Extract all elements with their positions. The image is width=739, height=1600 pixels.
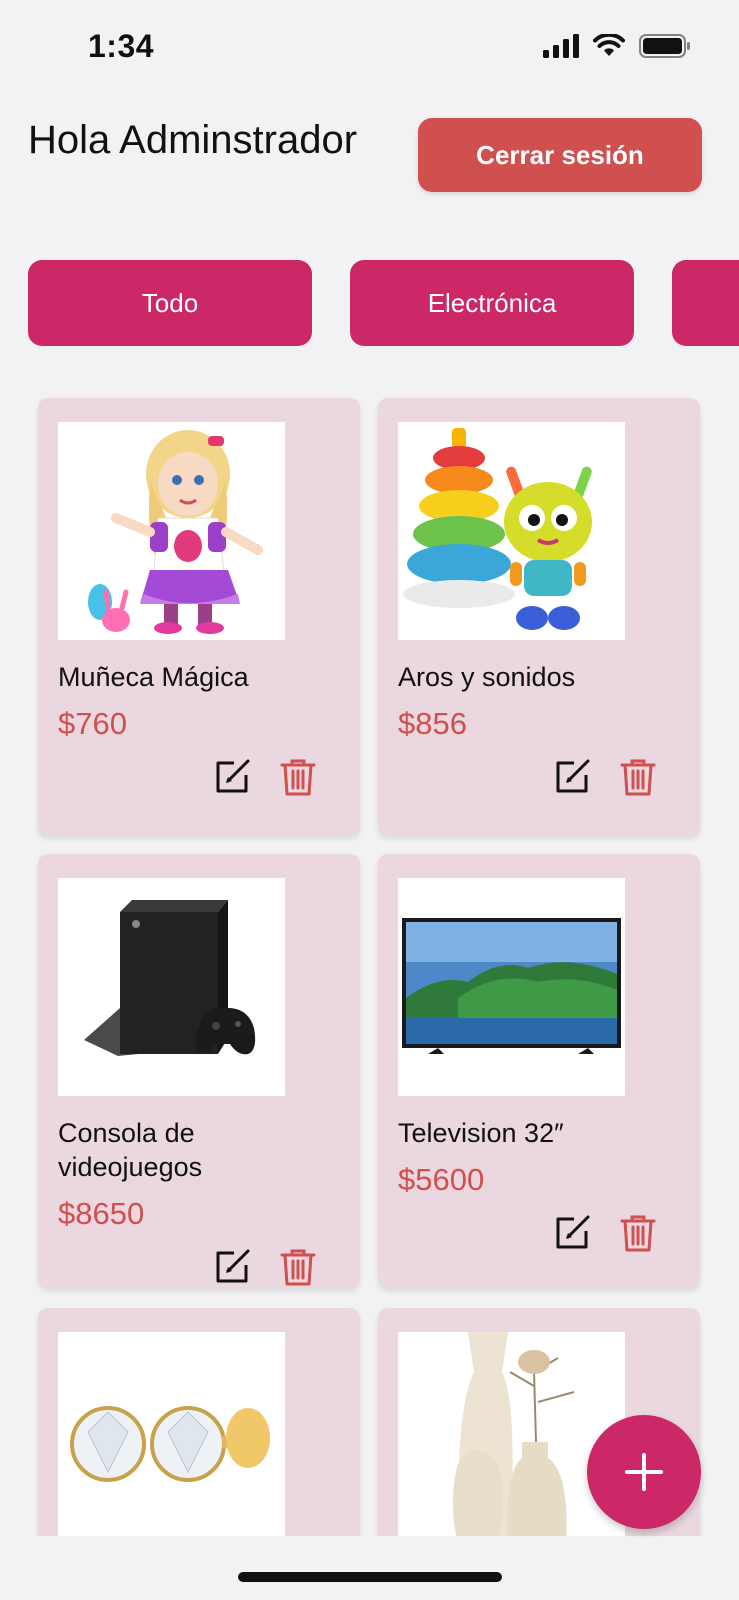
product-actions: [552, 1212, 658, 1254]
plus-icon: [625, 1453, 663, 1491]
product-image-doll: [58, 422, 285, 640]
product-image-television: [398, 878, 625, 1096]
greeting-title: Hola Adminstrador: [28, 118, 358, 162]
delete-button[interactable]: [278, 756, 318, 798]
product-price: $5600: [398, 1162, 485, 1197]
product-card[interactable]: Aros y sonidos $856: [378, 398, 700, 836]
battery-icon: [639, 34, 690, 58]
status-icons: [543, 34, 691, 58]
status-time: 1:34: [88, 28, 155, 64]
delete-button[interactable]: [618, 756, 658, 798]
delete-button[interactable]: [278, 1246, 318, 1288]
product-name: Consola de videojuegos: [58, 1118, 203, 1182]
edit-button[interactable]: [212, 756, 252, 798]
category-chip-next[interactable]: [672, 260, 739, 346]
product-card[interactable]: Television 32″ $5600: [378, 854, 700, 1288]
trash-icon: [280, 1249, 316, 1286]
product-card[interactable]: Muñeca Mágica $760: [38, 398, 360, 836]
add-product-button[interactable]: [587, 1415, 701, 1529]
product-image-game-console: [58, 878, 285, 1096]
logout-button[interactable]: Cerrar sesión: [418, 118, 702, 192]
product-card[interactable]: Consola de videojuegos $8650: [38, 854, 360, 1288]
edit-button[interactable]: [552, 1212, 592, 1254]
cellular-signal-icon: [543, 34, 579, 58]
wifi-icon: [593, 34, 625, 56]
category-chip-electronica[interactable]: Electrónica: [350, 260, 634, 346]
edit-icon: [556, 759, 590, 793]
product-price: $760: [58, 706, 127, 741]
delete-button[interactable]: [618, 1212, 658, 1254]
product-name: Muñeca Mágica: [58, 662, 249, 692]
product-actions: [552, 756, 658, 798]
edit-icon: [216, 759, 250, 793]
home-indicator[interactable]: [238, 1572, 502, 1582]
edit-button[interactable]: [552, 756, 592, 798]
product-image-stacking-rings-toy: [398, 422, 625, 640]
status-bar: 1:34: [0, 0, 739, 96]
trash-icon: [620, 759, 656, 796]
product-actions: [212, 756, 318, 798]
bottom-safe-area: [0, 1536, 739, 1600]
edit-icon: [216, 1249, 250, 1283]
trash-icon: [620, 1215, 656, 1252]
product-name: Television 32″: [398, 1118, 564, 1148]
edit-icon: [556, 1215, 590, 1249]
category-chip-todo[interactable]: Todo: [28, 260, 312, 346]
product-name: Aros y sonidos: [398, 662, 576, 692]
product-price: $856: [398, 706, 467, 741]
product-actions: [212, 1246, 318, 1288]
trash-icon: [280, 759, 316, 796]
product-card[interactable]: [38, 1308, 360, 1536]
product-grid[interactable]: Muñeca Mágica $760 Aros y sonidos $856 C…: [0, 398, 739, 1536]
product-price: $8650: [58, 1196, 145, 1231]
app-screen: 1:34 Hola Adminstrador Cerrar sesión Tod…: [0, 0, 739, 1600]
product-image-vases: [398, 1332, 625, 1536]
category-filter-bar[interactable]: Todo Electrónica: [0, 260, 739, 346]
product-image-earrings: [58, 1332, 285, 1536]
edit-button[interactable]: [212, 1246, 252, 1288]
